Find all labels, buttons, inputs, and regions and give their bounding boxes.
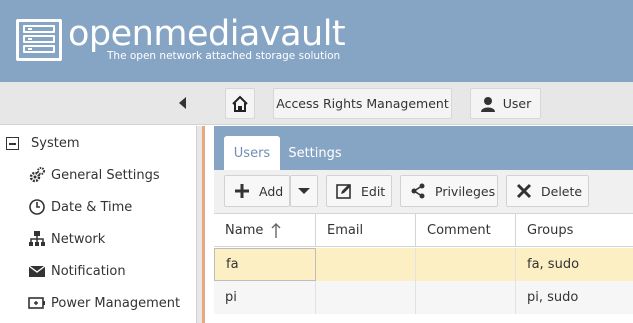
user-icon: [480, 96, 495, 112]
delete-button[interactable]: Delete: [506, 175, 589, 207]
breadcrumb-bar: Access Rights Management User: [0, 82, 633, 125]
column-header-groups[interactable]: Groups: [516, 214, 633, 247]
column-header-label: Comment: [427, 223, 491, 238]
grid-toolbar: Add Edit Privileges Delete: [214, 170, 633, 214]
nav-item-label: General Settings: [51, 167, 160, 183]
breadcrumb-home[interactable]: [225, 88, 255, 119]
power-icon: [28, 297, 45, 309]
privileges-button[interactable]: Privileges: [400, 175, 498, 207]
nav-item-notification[interactable]: Notification: [0, 255, 196, 287]
nav-item-label: Notification: [51, 263, 126, 279]
home-icon: [232, 95, 248, 112]
breadcrumb-section[interactable]: Access Rights Management: [273, 88, 452, 119]
tab-bar: Users Settings: [214, 126, 633, 170]
nav-item-general-settings[interactable]: General Settings: [0, 159, 196, 191]
brand-tagline: The open network attached storage soluti…: [107, 50, 341, 62]
column-header-name[interactable]: Name: [214, 214, 316, 247]
nav-item-power-management[interactable]: Power Management: [0, 287, 196, 319]
table-row[interactable]: fa fa, sudo: [214, 248, 633, 281]
add-button[interactable]: Add: [224, 175, 290, 207]
collapse-group-icon[interactable]: [6, 136, 19, 150]
cell-groups[interactable]: pi, sudo: [516, 281, 633, 314]
nav-item-label: Power Management: [51, 295, 181, 311]
clock-icon: [29, 199, 45, 215]
breadcrumb-page-label: User: [502, 96, 532, 111]
cell-comment[interactable]: [416, 281, 516, 314]
cell-comment[interactable]: [416, 248, 516, 281]
plus-icon: [235, 184, 249, 198]
column-header-email[interactable]: Email: [316, 214, 416, 247]
edit-button-label: Edit: [361, 183, 386, 199]
nav-item-label: Network: [51, 231, 106, 247]
cell-email[interactable]: [316, 248, 416, 281]
column-header-comment[interactable]: Comment: [416, 214, 516, 247]
nav-group-system[interactable]: System: [0, 127, 196, 159]
panel-accent-bar: [202, 126, 205, 323]
gears-icon: [29, 167, 45, 183]
column-header-label: Groups: [527, 223, 574, 238]
app-header: openmediavault The open network attached…: [0, 0, 633, 82]
nav-item-network[interactable]: Network: [0, 223, 196, 255]
nav-item-label: Date & Time: [51, 199, 133, 215]
share-icon: [411, 183, 425, 199]
sort-ascending-icon: [271, 222, 281, 238]
collapse-sidebar-icon[interactable]: [176, 95, 190, 111]
nav-group-label: System: [31, 135, 80, 151]
delete-button-label: Delete: [541, 183, 583, 199]
add-button-label: Add: [259, 183, 284, 199]
delete-icon: [516, 183, 532, 199]
breadcrumb-page[interactable]: User: [470, 88, 541, 119]
edit-icon: [336, 184, 351, 199]
cell-email[interactable]: [316, 281, 416, 314]
navigation-tree: System General Settings Date & Time Netw…: [0, 126, 196, 323]
table-row[interactable]: pi pi, sudo: [214, 281, 633, 314]
column-header-label: Email: [327, 223, 364, 238]
tab-settings[interactable]: Settings: [282, 136, 348, 170]
add-dropdown-button[interactable]: [290, 175, 318, 207]
caret-down-icon: [298, 188, 310, 194]
network-icon: [29, 231, 45, 246]
logo-icon: [16, 19, 62, 61]
grid-header: Name Email Comment Groups: [214, 214, 633, 247]
nav-item-date-time[interactable]: Date & Time: [0, 191, 196, 223]
breadcrumb-section-label: Access Rights Management: [276, 96, 449, 111]
privileges-button-label: Privileges: [435, 183, 496, 199]
cell-name[interactable]: fa: [214, 248, 316, 281]
column-header-label: Name: [225, 223, 264, 238]
cell-name[interactable]: pi: [214, 281, 316, 314]
edit-button[interactable]: Edit: [326, 175, 392, 207]
tab-users[interactable]: Users: [224, 136, 280, 170]
cell-groups[interactable]: fa, sudo: [516, 248, 633, 281]
envelope-icon: [28, 265, 46, 277]
